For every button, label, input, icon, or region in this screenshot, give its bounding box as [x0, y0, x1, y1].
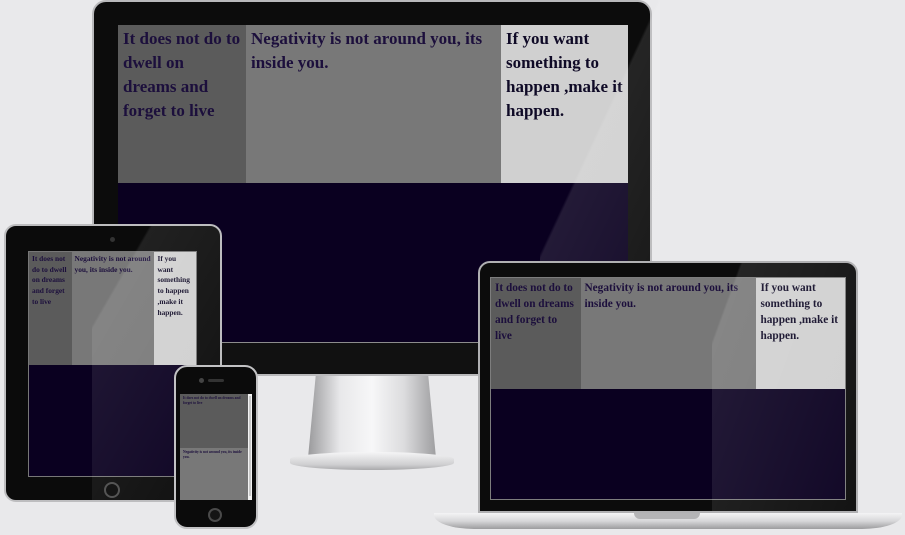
phone-screen: It does not do to dwell on dreams and fo… — [180, 394, 252, 500]
monitor-stand-neck — [308, 376, 436, 458]
quote-column-2: Negativity is not around you, its inside… — [246, 25, 501, 183]
laptop-notch — [634, 513, 700, 519]
phone-home-button — [208, 508, 222, 522]
phone-scrollbar-thumb[interactable] — [249, 396, 251, 496]
quote-column-2: Negativity is not around you, its inside… — [180, 448, 248, 500]
tablet-home-button — [104, 482, 120, 498]
phone-speaker — [208, 379, 224, 382]
phone-camera-icon — [199, 378, 204, 383]
laptop-glare — [712, 263, 856, 511]
quote-column-1: It does not do to dwell on dreams and fo… — [491, 278, 581, 389]
quote-column-1: It does not do to dwell on dreams and fo… — [180, 394, 248, 448]
quote-column-1: It does not do to dwell on dreams and fo… — [118, 25, 246, 183]
quote-column-1: It does not do to dwell on dreams and fo… — [29, 252, 72, 365]
monitor-stand-base — [290, 452, 454, 470]
